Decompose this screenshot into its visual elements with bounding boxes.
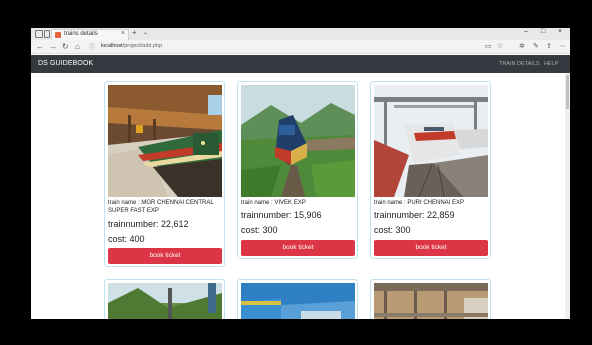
share-icon[interactable]: ⇪ — [546, 42, 552, 50]
refresh-icon[interactable]: ↻ — [62, 42, 69, 51]
train-photo — [108, 283, 222, 319]
train-cost: cost: 300 — [374, 225, 411, 235]
url-text: localhost/project/add.php — [101, 43, 163, 49]
close-window-icon[interactable]: × — [558, 28, 562, 35]
tab-list-icon[interactable]: ⌄ — [143, 29, 148, 36]
more-menu-icon[interactable]: ⋯ — [559, 42, 566, 50]
tab-actions-icon[interactable] — [35, 30, 43, 38]
brand-logo[interactable]: DS GUIDEBOOK — [38, 60, 93, 67]
train-cost: cost: 300 — [241, 225, 278, 235]
favicon-icon — [55, 32, 61, 38]
train-number: trainnumber: 15,906 — [241, 210, 322, 220]
train-card — [237, 279, 358, 319]
tab-bar: trains details × + ⌄ – □ × — [31, 28, 570, 40]
site-info-icon[interactable]: ⓘ — [89, 42, 95, 51]
notes-pen-icon[interactable]: ✎ — [533, 42, 539, 50]
train-number: trainnumber: 22,859 — [374, 210, 455, 220]
nav-link-train-details[interactable]: TRAIN DETAILS — [499, 61, 540, 67]
train-number: trainnumber: 22,612 — [108, 219, 189, 229]
train-name: train name : PURI CHENNAI EXP — [374, 200, 465, 206]
book-ticket-button[interactable]: book ticket — [108, 248, 222, 264]
train-photo — [374, 283, 488, 319]
forward-arrow-icon[interactable]: → — [49, 42, 57, 51]
train-cost: cost: 400 — [108, 234, 145, 244]
tab-close-icon[interactable]: × — [121, 30, 125, 37]
new-tab-icon[interactable]: + — [132, 28, 137, 37]
train-name: train name : VIVEK EXP — [241, 200, 306, 206]
train-photo — [241, 85, 355, 197]
minimize-icon[interactable]: – — [524, 28, 528, 35]
tab-title: trains details — [64, 31, 98, 37]
scrollbar-track[interactable] — [565, 73, 570, 319]
tab-trains-details[interactable]: trains details × — [51, 29, 129, 40]
home-icon[interactable]: ⌂ — [75, 42, 80, 51]
scrollbar-thumb[interactable] — [566, 75, 569, 109]
address-bar: ← → ↻ ⌂ ⓘ localhost/project/add.php ▭ ☆ … — [31, 40, 570, 54]
browser-window: trains details × + ⌄ – □ × ← → ↻ ⌂ ⓘ loc… — [31, 28, 570, 319]
url-field[interactable]: ⓘ localhost/project/add.php — [89, 42, 449, 52]
favorite-star-icon[interactable]: ☆ — [497, 42, 503, 50]
train-card: train name : VIVEK EXP trainnumber: 15,9… — [237, 81, 358, 259]
favorites-hub-icon[interactable]: ✲ — [519, 42, 525, 50]
train-name: train name : MGR CHENNAI CENTRAL SUPER F… — [108, 200, 214, 214]
train-card — [104, 279, 225, 319]
maximize-icon[interactable]: □ — [541, 28, 545, 35]
site-navbar: DS GUIDEBOOK TRAIN DETAILS HELP — [31, 55, 570, 73]
reading-view-icon[interactable]: ▭ — [485, 42, 492, 50]
train-photo — [241, 283, 355, 319]
back-tabs-icon[interactable] — [44, 30, 50, 38]
train-card — [370, 279, 491, 319]
train-photo — [108, 85, 222, 197]
nav-link-help[interactable]: HELP — [544, 61, 558, 67]
book-ticket-button[interactable]: book ticket — [374, 240, 488, 256]
book-ticket-button[interactable]: book ticket — [241, 240, 355, 256]
train-card: train name : PURI CHENNAI EXP trainnumbe… — [370, 81, 491, 259]
train-card: train name : MGR CHENNAI CENTRAL SUPER F… — [104, 81, 225, 267]
back-arrow-icon[interactable]: ← — [36, 42, 44, 51]
train-photo — [374, 85, 488, 197]
